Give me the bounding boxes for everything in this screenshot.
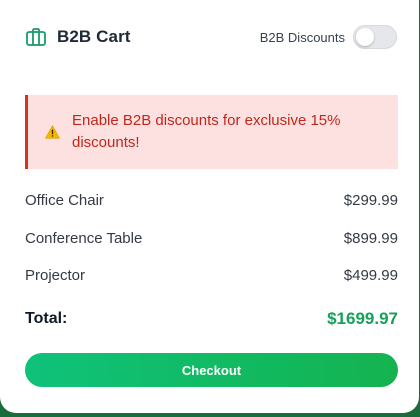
b2b-discount-toggle-label: B2B Discounts bbox=[259, 29, 345, 45]
cart-header: B2B Cart B2B Discounts bbox=[25, 24, 397, 50]
item-name: Conference Table bbox=[25, 229, 143, 247]
item-name: Office Chair bbox=[25, 192, 104, 210]
discount-alert: Enable B2B discounts for exclusive 15% d… bbox=[25, 95, 398, 169]
item-price: $899.99 bbox=[343, 229, 398, 247]
checkout-button[interactable]: Checkout bbox=[25, 353, 398, 387]
briefcase-icon bbox=[25, 26, 47, 48]
b2b-discount-toggle[interactable] bbox=[353, 25, 397, 49]
cart-card: B2B Cart B2B Discounts Enable B2B discou… bbox=[0, 0, 419, 413]
page-title: B2B Cart bbox=[57, 27, 131, 46]
cart-item: Projector $499.99 bbox=[25, 257, 398, 295]
item-price: $499.99 bbox=[343, 267, 398, 285]
b2b-discount-toggle-group: B2B Discounts bbox=[260, 25, 397, 49]
warning-icon bbox=[45, 125, 60, 139]
cart-item: Conference Table $899.99 bbox=[25, 220, 398, 258]
cart-item-list: Office Chair $299.99 Conference Table $8… bbox=[25, 182, 398, 295]
cart-item: Office Chair $299.99 bbox=[25, 182, 398, 220]
item-name: Projector bbox=[25, 267, 86, 285]
alert-message: Enable B2B discounts for exclusive 15% d… bbox=[72, 112, 341, 151]
brand: B2B Cart bbox=[25, 26, 131, 48]
total-value: $1699.97 bbox=[327, 309, 398, 328]
total-label: Total: bbox=[25, 310, 68, 327]
item-price: $299.99 bbox=[343, 192, 398, 210]
cart-total: Total: $1699.97 bbox=[25, 306, 398, 332]
toggle-knob bbox=[356, 28, 374, 46]
